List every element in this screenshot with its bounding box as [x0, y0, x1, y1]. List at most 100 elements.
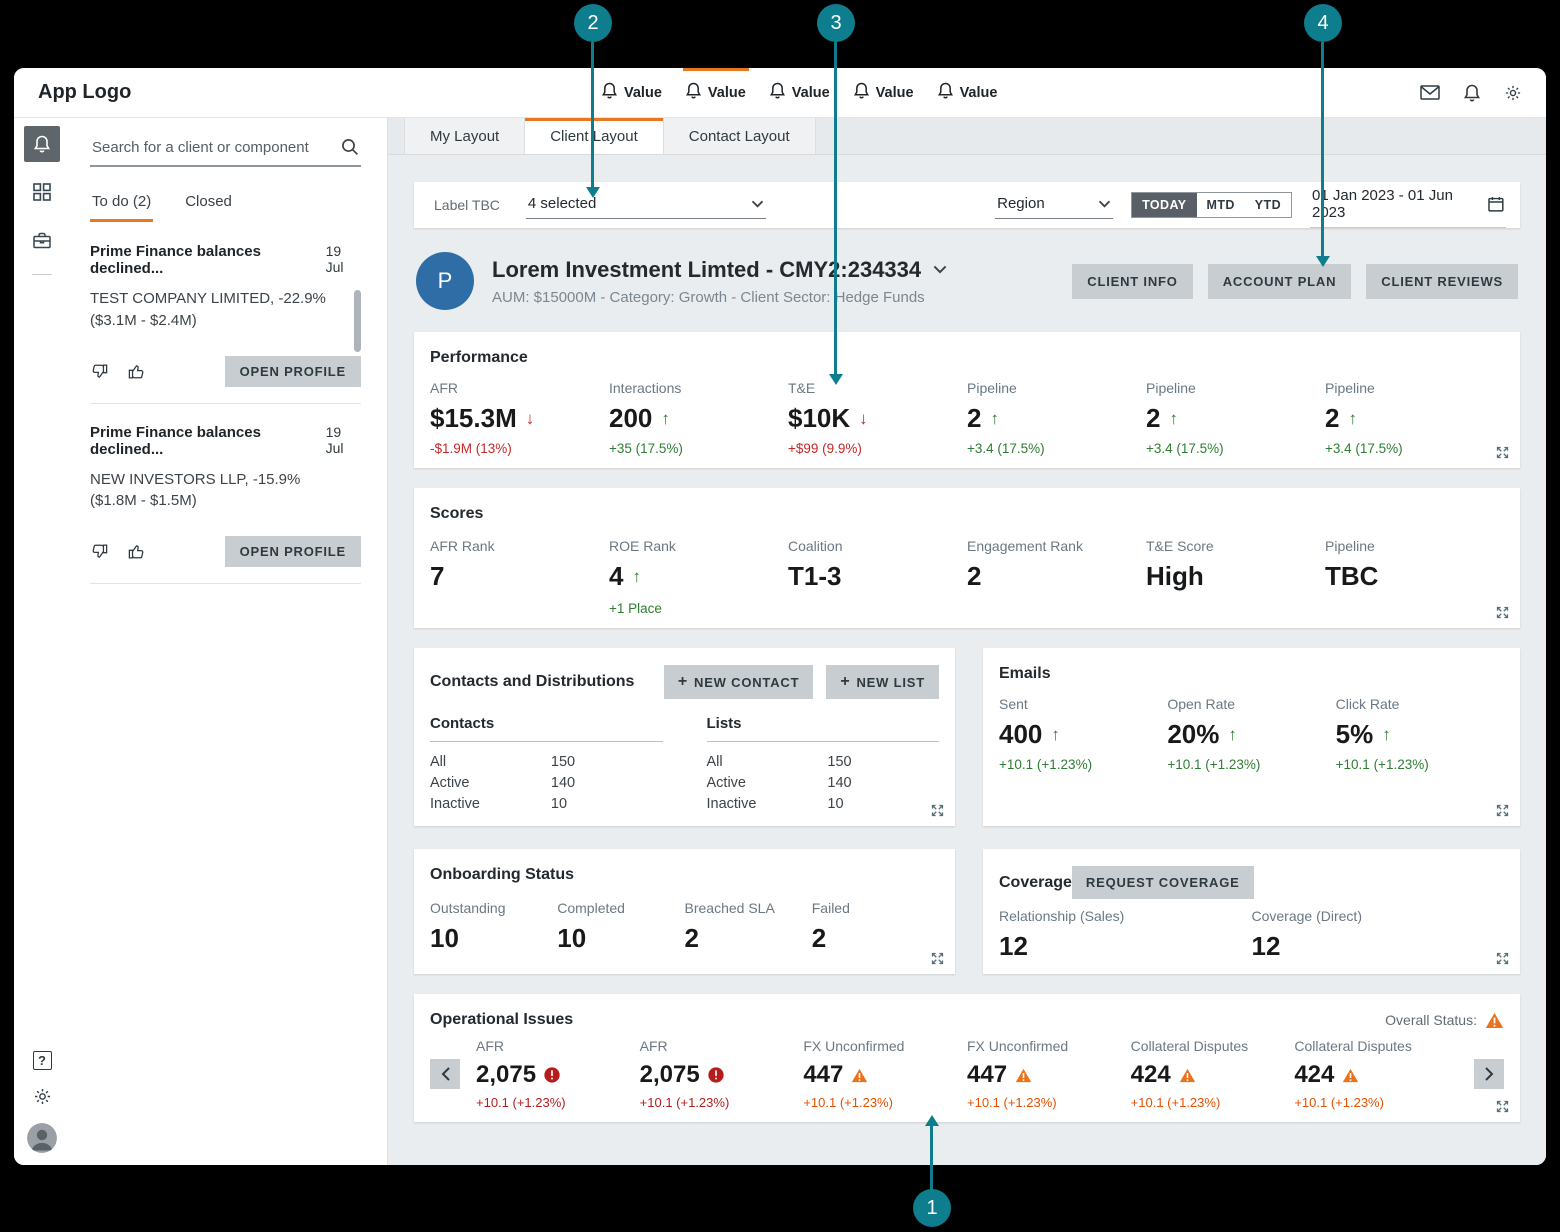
trend-up-icon: ↑ [1051, 725, 1060, 745]
open-profile-button[interactable]: OPEN PROFILE [225, 536, 361, 567]
nav-item-value-2[interactable]: Value [674, 68, 758, 117]
nav-item-value-1[interactable]: Value [590, 68, 674, 117]
expand-icon[interactable] [930, 803, 945, 818]
top-nav: Value Value Value Value Value [590, 68, 1009, 117]
rail-notifications-bell-icon[interactable] [24, 126, 60, 162]
feedback-icons [90, 362, 146, 381]
tab-contact-layout[interactable]: Contact Layout [664, 118, 816, 154]
list-item: Inactive10 [430, 793, 663, 814]
issue-fx-unconfirmed: FX Unconfirmed 447 +10.1 (+1.23%) [803, 1038, 967, 1110]
help-icon[interactable]: ? [33, 1051, 52, 1070]
carousel-next-button[interactable] [1474, 1059, 1504, 1089]
client-subtitle: AUM: $15000M - Category: Growth - Client… [492, 289, 947, 306]
client-name: Lorem Investment Limted - CMY2:234334 [492, 257, 921, 283]
client-reviews-button[interactable]: CLIENT REVIEWS [1366, 264, 1518, 299]
new-contact-button[interactable]: +NEW CONTACT [664, 665, 813, 699]
card-title: Performance [430, 349, 1504, 367]
bell-icon [938, 82, 953, 103]
period-mtd[interactable]: MTD [1197, 193, 1245, 217]
list-item: Active140 [707, 772, 940, 793]
bell-icon [686, 82, 701, 103]
expand-icon[interactable] [930, 951, 945, 966]
error-icon [544, 1067, 560, 1083]
expand-icon[interactable] [1495, 951, 1510, 966]
issue-fx-unconfirmed: FX Unconfirmed 447 +10.1 (+1.23%) [967, 1038, 1131, 1110]
nav-item-value-3[interactable]: Value [758, 68, 842, 117]
sidebar-scrollbar[interactable] [354, 290, 361, 352]
user-avatar[interactable] [27, 1123, 57, 1153]
score-afr-rank: AFR Rank 7 [430, 538, 609, 616]
bell-icon[interactable] [1464, 84, 1480, 102]
trend-up-icon: ↑ [990, 409, 999, 429]
tab-my-layout[interactable]: My Layout [404, 118, 525, 154]
date-range-picker[interactable]: 01 Jan 2023 - 01 Jun 2023 [1310, 183, 1506, 228]
thumb-down-icon[interactable] [90, 542, 109, 561]
callout-badge-4: 4 [1304, 4, 1342, 42]
metric-breached-sla: Breached SLA 2 [685, 900, 812, 954]
trend-up-icon: ↑ [632, 567, 641, 587]
period-ytd[interactable]: YTD [1245, 193, 1291, 217]
layout-tabs: My Layout Client Layout Contact Layout [388, 118, 1546, 155]
region-select[interactable]: Region [995, 191, 1113, 219]
warning-icon [851, 1068, 868, 1083]
rail-bottom: ? [14, 1051, 70, 1153]
metric-pipeline: Pipeline 2↑ +3.4 (17.5%) [1325, 380, 1504, 456]
date-range-value: 01 Jan 2023 - 01 Jun 2023 [1312, 187, 1488, 221]
period-today[interactable]: TODAY [1132, 193, 1196, 217]
operational-issues-card: Operational Issues Overall Status: AFR [414, 994, 1520, 1122]
issue-collateral-disputes: Collateral Disputes 424 +10.1 (+1.23%) [1294, 1038, 1458, 1110]
thumb-down-icon[interactable] [90, 362, 109, 381]
lists-group: Lists All150 Active140 Inactive10 [707, 715, 940, 814]
thumb-up-icon[interactable] [127, 362, 146, 381]
callout-line [930, 1126, 933, 1190]
mail-icon[interactable] [1420, 85, 1440, 100]
rail-grid-icon[interactable] [24, 174, 60, 210]
rail-briefcase-icon[interactable] [24, 222, 60, 258]
contacts-group: Contacts All150 Active140 Inactive10 [430, 715, 663, 814]
chevron-down-icon [751, 200, 764, 208]
performance-card: Performance AFR $15.3M↓ -$1.9M (13%) Int… [414, 332, 1520, 468]
open-profile-button[interactable]: OPEN PROFILE [225, 356, 361, 387]
card-title: Coverage [999, 874, 1072, 892]
thumb-up-icon[interactable] [127, 542, 146, 561]
tab-closed[interactable]: Closed [183, 191, 234, 222]
expand-icon[interactable] [1495, 1099, 1510, 1114]
expand-icon[interactable] [1495, 803, 1510, 818]
search-input[interactable] [92, 139, 333, 156]
bell-icon [770, 82, 785, 103]
onboarding-card: Onboarding Status Outstanding 10 Complet… [414, 849, 955, 974]
expand-icon[interactable] [1495, 445, 1510, 460]
callout-line [1321, 42, 1324, 257]
chevron-down-icon [1098, 200, 1111, 208]
nav-item-value-5[interactable]: Value [926, 68, 1010, 117]
chevron-down-icon[interactable] [933, 265, 947, 274]
carousel-prev-button[interactable] [430, 1059, 460, 1089]
card-title: Operational Issues [430, 1011, 573, 1029]
coverage-card: Coverage REQUEST COVERAGE Relationship (… [983, 849, 1520, 974]
score-engagement-rank: Engagement Rank 2 [967, 538, 1146, 616]
metric-interactions: Interactions 200↑ +35 (17.5%) [609, 380, 788, 456]
account-plan-button[interactable]: ACCOUNT PLAN [1208, 264, 1352, 299]
expand-icon[interactable] [1495, 605, 1510, 620]
gear-icon[interactable] [1504, 84, 1522, 102]
plus-icon: + [678, 674, 688, 690]
tab-client-layout[interactable]: Client Layout [525, 118, 664, 154]
client-header: P Lorem Investment Limted - CMY2:234334 … [416, 252, 1518, 310]
trend-up-icon: ↑ [1228, 725, 1237, 745]
metric-te: T&E $10K↓ +$99 (9.9%) [788, 380, 967, 456]
filter-multiselect[interactable]: 4 selected [526, 191, 766, 219]
metric-failed: Failed 2 [812, 900, 939, 954]
metric-relationship-sales: Relationship (Sales) 12 [999, 908, 1252, 962]
client-info-button[interactable]: CLIENT INFO [1072, 264, 1192, 299]
callout-badge-2: 2 [574, 4, 612, 42]
settings-gear-icon[interactable] [33, 1087, 52, 1106]
request-coverage-button[interactable]: REQUEST COVERAGE [1072, 866, 1254, 899]
trend-down-icon: ↓ [859, 409, 868, 429]
tab-todo[interactable]: To do (2) [90, 191, 153, 222]
nav-item-value-4[interactable]: Value [842, 68, 926, 117]
filter-bar: Label TBC 4 selected Region TODAY [414, 182, 1520, 228]
new-list-button[interactable]: +NEW LIST [826, 665, 939, 699]
contacts-card: Contacts and Distributions +NEW CONTACT … [414, 648, 955, 826]
score-coalition: Coalition T1-3 [788, 538, 967, 616]
todo-card: Prime Finance balances declined... 19 Ju… [90, 404, 361, 585]
